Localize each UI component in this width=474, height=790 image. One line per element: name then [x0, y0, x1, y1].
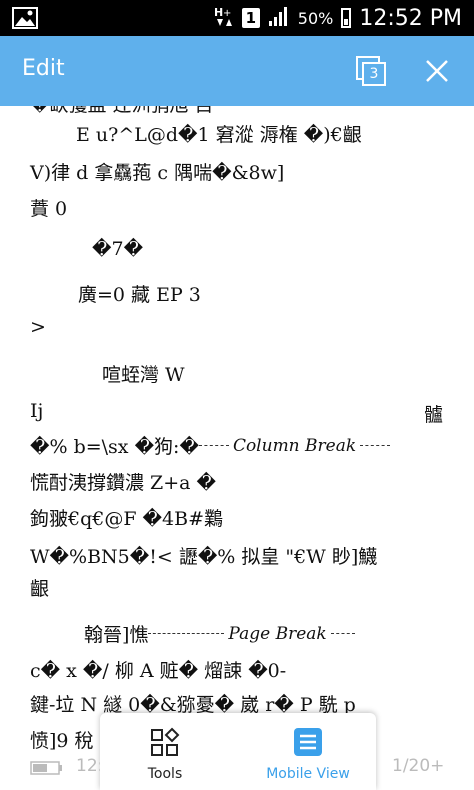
mobile-view-icon	[294, 728, 322, 756]
status-bar: H + 1 50% 12:52 PM	[0, 0, 474, 36]
pages-button[interactable]: 3	[354, 54, 388, 88]
svg-text:H: H	[214, 6, 223, 19]
doc-line: 齦	[30, 578, 50, 600]
doc-line: �7�	[92, 238, 144, 260]
svg-text:+: +	[223, 8, 231, 19]
doc-line: �缺彏盅·迕汌弰旭·目	[30, 106, 214, 117]
app-bar: Edit 3	[0, 36, 474, 106]
doc-line: Ij	[30, 400, 44, 422]
sim-badge: 1	[241, 8, 260, 28]
doc-line: V)律 d 拿驫菢 c 隅喘�&8w]	[30, 162, 285, 184]
mobile-view-label: Mobile View	[266, 766, 350, 782]
doc-line: 愤]9 稅	[30, 730, 94, 752]
doc-line: >	[30, 316, 46, 338]
doc-line: 廣=0 藏 EP 3	[78, 284, 201, 306]
column-break-line: �% b=\sx �狗:� Column Break	[30, 432, 391, 459]
doc-line: 鉤翍€q€@F �4B#鸈	[30, 508, 224, 530]
signal-icon	[268, 5, 290, 32]
doc-line: E u?^L@d�1 窘漎 溽権 �)€齦	[76, 124, 362, 146]
doc-line: 翰晉]憔	[84, 624, 149, 646]
app-title: Edit	[22, 56, 65, 81]
doc-line: 喧蛭灣 W	[102, 364, 185, 386]
page-break-label: Page Break	[228, 623, 327, 644]
doc-line: c� x �/ 柳 A 赃� 熘誎 �0-	[30, 660, 287, 682]
status-time: 12:52 PM	[359, 5, 462, 31]
close-icon	[426, 60, 448, 82]
gallery-icon	[12, 7, 38, 33]
mobile-view-tab[interactable]: Mobile View	[240, 713, 376, 790]
tools-label: Tools	[147, 766, 183, 782]
column-break-label: Column Break	[232, 435, 357, 456]
battery-small-icon	[30, 760, 64, 780]
page-count: 3	[369, 66, 379, 82]
battery-icon	[341, 8, 352, 28]
page-break-line: 翰晉]憔 Page Break	[84, 620, 355, 647]
tools-icon	[151, 727, 180, 756]
tools-tab[interactable]: Tools	[100, 713, 230, 790]
doc-line: 髗	[424, 404, 444, 426]
doc-line: 慌酎洟撐鑽濃 Z+a �	[30, 472, 217, 494]
battery-percent: 50%	[297, 8, 334, 28]
close-button[interactable]	[420, 54, 454, 88]
document-body[interactable]: �缺彏盅·迕汌弰旭·目 E u?^L@d�1 窘漎 溽権 �)€齦 V)律 d …	[0, 106, 474, 790]
page-indicator: 1/20+	[392, 756, 445, 776]
status-right: H + 1 50% 12:52 PM	[214, 0, 462, 36]
doc-line: �% b=\sx �狗:�	[30, 436, 199, 458]
doc-line: W�%BN5�!< 讈�% 拟皇 "€W 眇]鱴	[30, 546, 378, 568]
doc-line: 蕡 0	[30, 198, 68, 220]
bottom-toolbar: Tools Mobile View	[100, 713, 376, 790]
data-transfer-icon: H +	[214, 4, 234, 33]
